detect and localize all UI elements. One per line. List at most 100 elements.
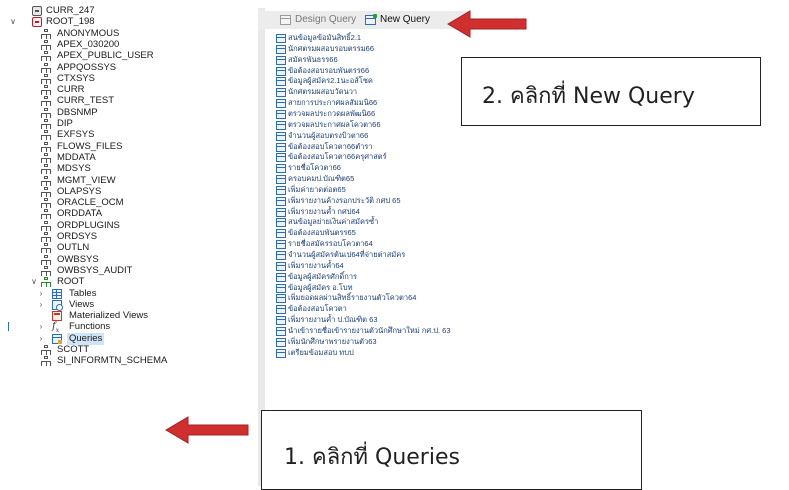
query-icon — [276, 218, 286, 227]
query-icon — [276, 197, 286, 206]
query-icon — [276, 305, 286, 314]
tree-item-label: ROOT — [57, 276, 85, 287]
query-icon — [276, 294, 286, 303]
query-item-label: เพิ่มรายงานค้ำ ป.บัณฑิต 63 — [288, 315, 378, 324]
query-icon — [276, 208, 286, 217]
query-item-label: เพิ่มรายงานค้ำ กศป64 — [288, 207, 360, 216]
query-icon — [276, 143, 286, 152]
arrow-to-new-query-icon — [447, 10, 527, 38]
schema-icon — [41, 51, 51, 61]
query-icon — [52, 334, 62, 344]
new-query-label: New Query — [380, 14, 431, 25]
database-connection-icon — [32, 17, 42, 27]
schema-item[interactable]: APEX_PUBLIC_USER — [0, 50, 256, 62]
schema-item-root[interactable]: ∨ ROOT — [0, 276, 256, 288]
chevron-right-icon[interactable]: › — [37, 321, 45, 333]
query-item-label: ครอบคมป.บัณฑิต65 — [288, 174, 355, 183]
tree-item-label: SI_INFORMTN_SCHEMA — [57, 355, 168, 366]
schema-icon — [41, 356, 51, 366]
query-icon — [276, 327, 286, 336]
query-icon — [276, 262, 286, 271]
function-icon: fx — [52, 321, 60, 334]
query-icon — [276, 88, 286, 97]
query-item-label: จำนวนผู้สมัครต้นเป64ที่จ่ายต่าสมัคร — [288, 250, 406, 259]
callout-queries-text: 1. คลิกที่ Queries — [284, 445, 460, 470]
tree-item-label: APEX_PUBLIC_USER — [57, 50, 154, 61]
query-item-label: ข้อมูลผู้สมัคร อ.โบท — [288, 283, 353, 292]
query-item-label: เพิ่มรายงานค้างรอกประวัติ กศป 65 — [288, 196, 401, 205]
schema-icon — [41, 40, 51, 50]
schema-item[interactable]: OUTLN — [0, 242, 256, 254]
query-icon — [276, 132, 286, 141]
query-item-label: จำนวนผู้สอบตรงบิวตา66 — [288, 131, 369, 140]
query-item-label: เพิ่มค่ายาดต่อต65 — [288, 185, 346, 194]
schema-item[interactable]: CURR_TEST — [0, 95, 256, 107]
query-icon — [276, 56, 286, 65]
query-item-label: ข้อต้องสอบโควตา — [288, 304, 347, 313]
query-item-label: เพิ่มรายงานค้ำ64 — [288, 261, 344, 270]
query-icon — [276, 110, 286, 119]
new-query-icon — [365, 14, 377, 25]
query-icon — [276, 34, 286, 43]
query-icon — [276, 153, 286, 162]
query-item-label: รายชื่อโควตา66 — [288, 163, 341, 172]
schema-item[interactable]: SI_INFORMTN_SCHEMA — [0, 355, 256, 367]
schema-icon — [41, 96, 51, 106]
schema-icon — [41, 345, 51, 355]
schema-icon — [41, 153, 51, 163]
schema-icon — [41, 209, 51, 219]
query-item-label: ข้อต้องสอบโควตา66ครุศาสตร์ — [288, 152, 387, 161]
tree-item-label: ORDDATA — [57, 208, 103, 219]
query-icon — [276, 316, 286, 325]
query-item-label: เพิ่มนักศึกษาพรายงานตัว63 — [288, 337, 377, 346]
schema-icon — [41, 221, 51, 231]
query-icon — [276, 229, 286, 238]
tree-item-label: Functions — [69, 321, 111, 332]
tree-item-function[interactable]: › fx Functions — [0, 321, 256, 334]
materialized-view-icon — [52, 311, 62, 321]
query-icon — [276, 121, 286, 130]
schema-icon — [41, 255, 51, 265]
schema-item[interactable]: EXFSYS — [0, 129, 256, 141]
query-item-label: เตรียมข้อมสอบ ทบป — [288, 348, 354, 357]
query-icon — [276, 77, 286, 86]
schema-item[interactable]: MDSYS — [0, 163, 256, 175]
query-item-label: นักศตรมผสอบรอบตรรม66 — [288, 44, 375, 53]
view-icon — [52, 300, 63, 311]
query-icon — [276, 175, 286, 184]
query-item-label: ข้อต้องสอบพันตรร65 — [288, 228, 356, 237]
callout-new-query: 2. คลิกที่ New Query — [461, 57, 761, 126]
callout-new-query-text: 2. คลิกที่ New Query — [482, 84, 695, 109]
schema-icon — [41, 164, 51, 174]
schema-icon — [41, 29, 51, 39]
query-icon — [276, 186, 286, 195]
query-icon — [276, 164, 286, 173]
table-icon — [52, 289, 62, 299]
query-item-label: รายชื่อสมัครรอบโควตา64 — [288, 239, 373, 248]
callout-queries: 1. คลิกที่ Queries — [261, 410, 642, 490]
chevron-down-icon[interactable]: ∨ — [30, 276, 38, 288]
query-item-label: นำเข้ารายชื่อเข้ารายงานตัวนักศึกษาใหม่ ก… — [288, 326, 451, 335]
query-item-label: ข้อมูลผู้สมัครศักดิ์การ — [288, 272, 358, 281]
query-icon — [276, 338, 286, 347]
tree-item-label: CURR_TEST — [57, 95, 115, 106]
database-connection-icon — [32, 6, 42, 16]
query-icon — [276, 251, 286, 260]
query-icon — [276, 349, 286, 358]
query-icon — [276, 45, 286, 54]
query-toolbar: Design Query New Query — [258, 11, 468, 29]
query-item-label: ตรวจผลประกวดผลพัฒนิ66 — [288, 109, 376, 118]
design-query-icon — [280, 15, 291, 25]
query-item-label: เพิ่มยอดผลผ่านสิทธิ์รายงานตัวโควตา64 — [288, 293, 417, 302]
schema-icon — [41, 187, 51, 197]
schema-icon — [41, 108, 51, 118]
connection-item[interactable]: ∨ ROOT_198 — [0, 16, 256, 28]
chevron-down-icon[interactable]: ∨ — [9, 16, 17, 28]
query-item-label: สนข้อมูลย่ายเงินค่าสมัครซ้ำ — [288, 217, 379, 226]
query-item-label: ตรวจผลประกาศผลโควตา66 — [288, 120, 381, 129]
schema-icon — [41, 130, 51, 140]
schema-item[interactable]: ORDDATA — [0, 208, 256, 220]
query-item-label: ข้อต้องสอบรอบพันตรร66 — [288, 66, 370, 75]
schema-icon — [41, 63, 51, 73]
query-icon — [276, 284, 286, 293]
